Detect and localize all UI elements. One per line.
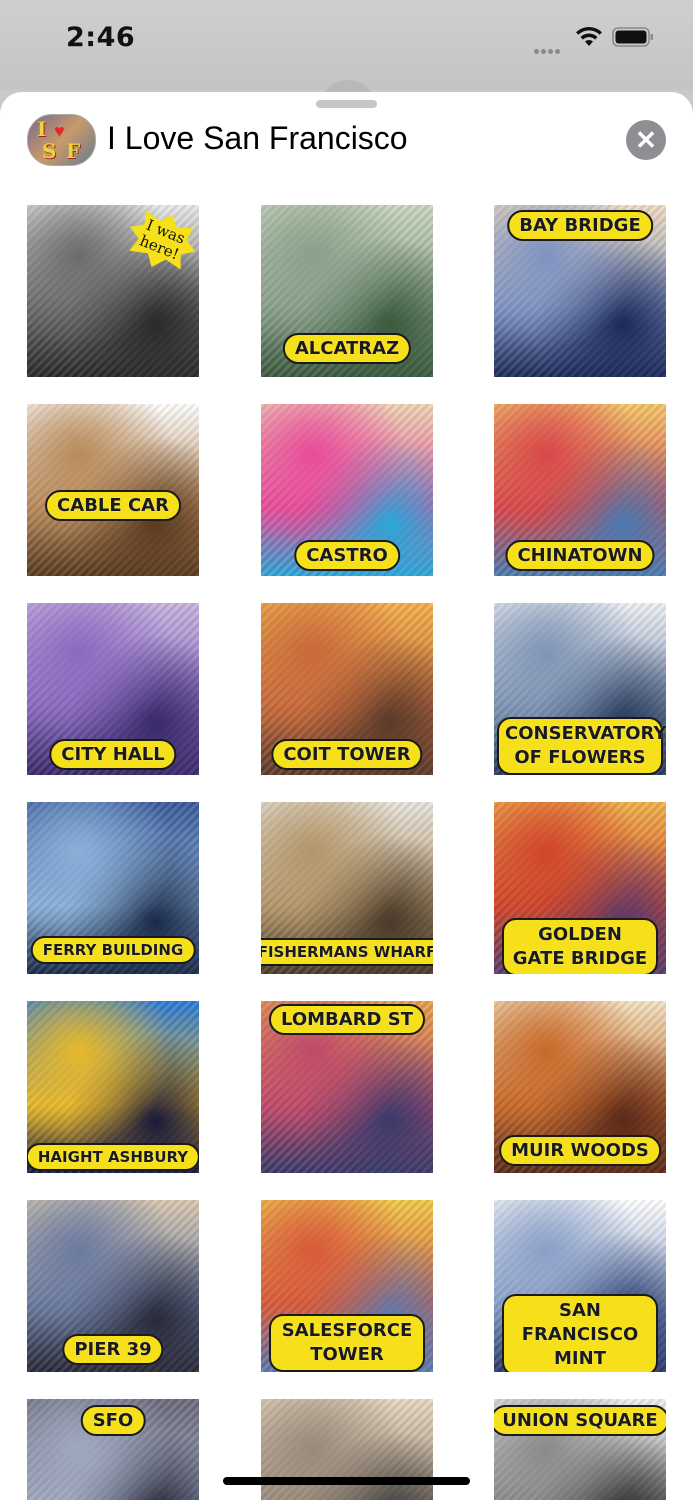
sticker-label: LOMBARD ST	[268, 1004, 426, 1035]
sticker-label: FISHERMANS WHARF	[261, 938, 433, 966]
sticker-sheet: I ♥ S F I Love San Francisco ✕ I was her…	[0, 92, 693, 1500]
sticker-tile[interactable]: CABLE CAR	[27, 404, 199, 576]
sheet-title: I Love San Francisco	[107, 120, 408, 156]
sticker-label: ALCATRAZ	[282, 333, 412, 364]
sticker-tile[interactable]: FERRY BUILDING	[27, 802, 199, 974]
home-indicator[interactable]	[223, 1477, 470, 1485]
sticker-label: PIER 39	[62, 1334, 164, 1365]
app-icon-letter: S	[42, 139, 57, 163]
sticker-label: HAIGHT ASHBURY	[27, 1143, 199, 1171]
sticker-label: CASTRO	[294, 540, 400, 571]
sticker-tile[interactable]: GOLDEN GATE BRIDGE	[494, 802, 666, 974]
status-time: 2:46	[66, 22, 136, 53]
sticker-label: COIT TOWER	[271, 739, 423, 770]
wifi-icon	[576, 26, 602, 46]
app-icon-letter: I	[37, 117, 47, 141]
sticker-tile[interactable]: CASTRO	[261, 404, 433, 576]
close-button[interactable]: ✕	[626, 120, 666, 160]
sticker-tile[interactable]: BAY BRIDGE	[494, 205, 666, 377]
sticker-label: MUIR WOODS	[499, 1135, 661, 1166]
sticker-label: CABLE CAR	[45, 490, 181, 521]
sticker-label: SAN FRANCISCO MINT	[502, 1294, 658, 1372]
cellular-signal-icon	[534, 41, 566, 54]
battery-icon	[612, 27, 653, 47]
sticker-label: CHINATOWN	[505, 540, 655, 571]
sticker-label: SALESFORCE TOWER	[269, 1314, 425, 1372]
sticker-label: CITY HALL	[49, 739, 177, 770]
sticker-label: BAY BRIDGE	[507, 210, 653, 241]
status-bar: 2:46	[0, 0, 693, 110]
sticker-tile[interactable]: ALCATRAZ	[261, 205, 433, 377]
sticker-tile[interactable]: CITY HALL	[27, 603, 199, 775]
close-icon: ✕	[635, 125, 657, 155]
sticker-tile[interactable]: CHINATOWN	[494, 404, 666, 576]
sticker-label: FERRY BUILDING	[30, 936, 196, 964]
sticker-tile[interactable]: SALESFORCE TOWER	[261, 1200, 433, 1372]
sticker-tile[interactable]: HAIGHT ASHBURY	[27, 1001, 199, 1173]
sticker-tile[interactable]: FISHERMANS WHARF	[261, 802, 433, 974]
sticker-tile[interactable]: CONSERVATORY OF FLOWERS	[494, 603, 666, 775]
sticker-tile[interactable]: LOMBARD ST	[261, 1001, 433, 1173]
sticker-tile[interactable]: MUIR WOODS	[494, 1001, 666, 1173]
sticker-tile[interactable]: I was here!	[27, 205, 199, 377]
sticker-tile[interactable]: SAN FRANCISCO MINT	[494, 1200, 666, 1372]
sticker-label: SFO	[80, 1405, 146, 1436]
sticker-label: GOLDEN GATE BRIDGE	[502, 918, 658, 974]
sticker-label: CONSERVATORY OF FLOWERS	[497, 717, 666, 775]
app-icon-letter: F	[66, 139, 81, 163]
sticker-tile[interactable]: UNION SQUARE	[494, 1399, 666, 1500]
app-icon: I ♥ S F	[27, 114, 96, 166]
sheet-grabber[interactable]	[316, 100, 377, 108]
sticker-tile[interactable]: COIT TOWER	[261, 603, 433, 775]
sticker-label: UNION SQUARE	[494, 1405, 666, 1436]
sticker-tile[interactable]: PIER 39	[27, 1200, 199, 1372]
sticker-tile[interactable]: SFO	[27, 1399, 199, 1500]
